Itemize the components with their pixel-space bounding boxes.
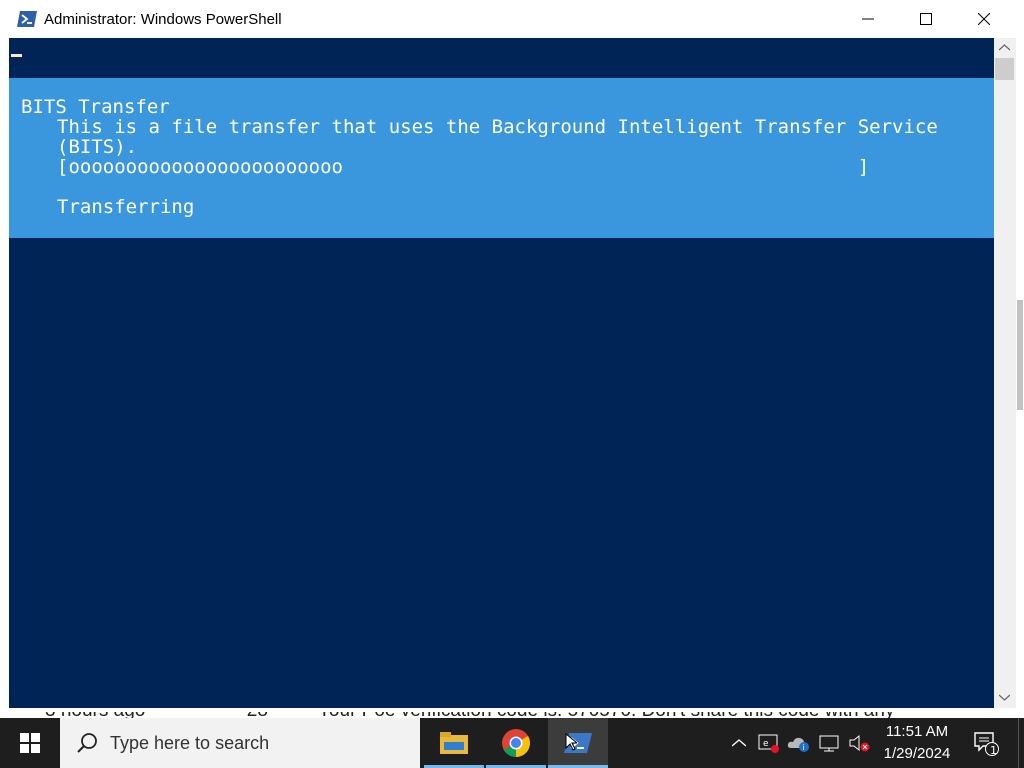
notification-count: 1 <box>990 744 997 757</box>
search-placeholder: Type here to search <box>110 733 270 753</box>
search-icon <box>77 733 97 753</box>
folder-icon <box>440 732 468 754</box>
scrollbar-thumb[interactable] <box>995 58 1014 80</box>
clock-date: 1/29/2024 <box>883 745 951 762</box>
progress-description-line1: This is a file transfer that uses the Ba… <box>57 116 938 138</box>
scroll-up-arrow-icon[interactable] <box>999 44 1010 51</box>
svg-text:i: i <box>803 743 805 752</box>
taskbar-clock[interactable]: 11:51 AM 1/29/2024 <box>872 721 962 765</box>
show-hidden-icons-chevron-icon[interactable] <box>727 731 751 755</box>
chrome-icon <box>502 729 530 757</box>
vertical-scrollbar[interactable] <box>994 38 1016 708</box>
clock-time: 11:51 AM <box>885 723 949 740</box>
taskbar-file-explorer[interactable] <box>424 718 484 768</box>
text-cursor <box>11 54 22 57</box>
background-window-edge <box>1016 0 1024 712</box>
scroll-down-arrow-icon[interactable] <box>999 694 1010 701</box>
minimize-button[interactable] <box>839 0 897 38</box>
network-icon[interactable] <box>817 731 841 755</box>
title-bar[interactable]: Administrator: Windows PowerShell <box>0 0 1016 38</box>
windows-logo-icon <box>20 733 40 753</box>
search-box[interactable]: Type here to search <box>60 718 420 768</box>
volume-muted-icon[interactable] <box>847 731 871 755</box>
maximize-button[interactable] <box>897 0 955 38</box>
taskbar-chrome[interactable] <box>486 718 546 768</box>
mouse-pointer-icon <box>565 733 577 751</box>
show-desktop-button[interactable] <box>1018 718 1024 768</box>
progress-status: Transferring <box>57 196 195 218</box>
action-center-button[interactable]: 1 <box>966 718 1006 768</box>
progress-activity: BITS Transfer <box>21 96 170 118</box>
powershell-icon <box>17 10 37 28</box>
svg-text:e: e <box>763 739 769 749</box>
taskbar: Type here to search e i 11:51 AM 1/29/20… <box>0 718 1024 768</box>
close-button[interactable] <box>955 0 1013 38</box>
progress-panel: BITS Transfer This is a file transfer th… <box>9 78 994 238</box>
taskbar-powershell[interactable] <box>548 718 608 768</box>
progress-bar: [oooooooooooooooooooooooo ] <box>57 156 870 178</box>
start-button[interactable] <box>0 718 60 768</box>
onedrive-icon[interactable]: i <box>787 731 811 755</box>
window-title: Administrator: Windows PowerShell <box>44 11 282 28</box>
progress-description-line2: (BITS). <box>57 136 138 158</box>
network-monitor-icon[interactable]: e <box>757 731 781 755</box>
console-area[interactable]: BITS Transfer This is a file transfer th… <box>9 38 994 708</box>
powershell-window: Administrator: Windows PowerShell BITS T… <box>0 0 1017 712</box>
